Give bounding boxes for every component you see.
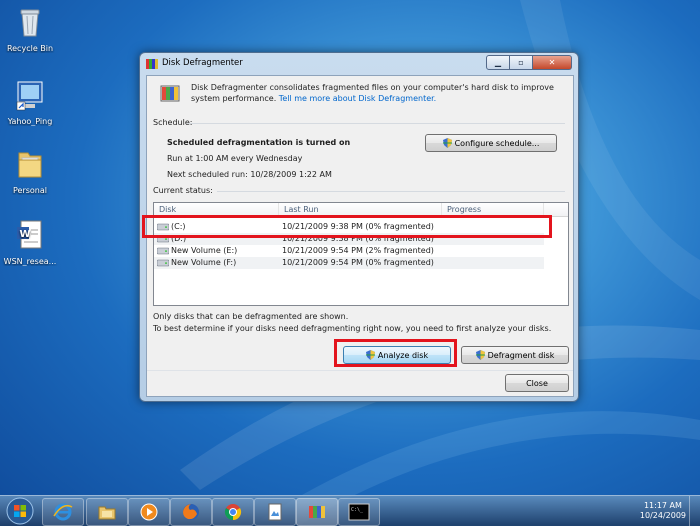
taskbar-command-prompt[interactable]: C:\_ (338, 498, 380, 526)
desktop-icon-wsn-research[interactable]: W WSN_resea... (0, 218, 60, 266)
explorer-folder-icon (98, 506, 116, 520)
disk-defragmenter-icon (146, 59, 158, 69)
current-status-label: Current status: (153, 186, 213, 195)
disk-name-cell: New Volume (E:) (157, 245, 237, 257)
folder-icon (18, 152, 42, 178)
configure-schedule-label: Configure schedule... (454, 138, 540, 148)
shortcut-icon (16, 81, 43, 111)
description: Disk Defragmenter consolidates fragmente… (191, 82, 561, 104)
highlight-analyze-button (334, 339, 457, 367)
disk-name: New Volume (E:) (171, 246, 238, 255)
command-prompt-icon: C:\_ (348, 503, 370, 521)
windows-orb-icon (6, 497, 34, 525)
desktop-icon-label: Yahoo_Ping (7, 117, 53, 126)
disk-name: New Volume (F:) (171, 258, 237, 267)
close-icon: ✕ (548, 58, 556, 67)
configure-schedule-button[interactable]: Configure schedule... (425, 134, 557, 152)
disk-name-cell: New Volume (F:) (157, 257, 236, 269)
firefox-icon (183, 504, 199, 520)
taskbar-internet-explorer[interactable] (42, 498, 84, 526)
disk-row-f[interactable]: New Volume (F:) 10/21/2009 9:54 PM (0% f… (154, 257, 544, 269)
svg-text:W: W (20, 229, 31, 240)
desktop-icon-personal[interactable]: Personal (0, 147, 60, 195)
chrome-icon (224, 504, 242, 521)
minimize-icon: ▁ (494, 58, 502, 67)
start-button[interactable] (2, 496, 38, 526)
desktop-icon-recycle-bin[interactable]: Recycle Bin (0, 5, 60, 53)
taskbar-document-viewer[interactable] (254, 498, 296, 526)
desktop-icon-yahoo-ping[interactable]: Yahoo_Ping (0, 78, 60, 126)
maximize-icon: ▫ (518, 58, 524, 67)
schedule-status: Scheduled defragmentation is turned on (167, 138, 351, 147)
window-title: Disk Defragmenter (162, 58, 243, 68)
desktop-icon-label: Recycle Bin (6, 44, 54, 53)
desktop-icon-label: WSN_resea... (3, 257, 57, 266)
disk-last-run: 10/21/2009 9:54 PM (0% fragmented) (282, 258, 434, 267)
note-analyze-first: To best determine if your disks need def… (153, 324, 552, 333)
taskbar-explorer[interactable] (86, 498, 128, 526)
svg-text:C:\_: C:\_ (351, 507, 364, 513)
media-player-icon (140, 503, 158, 521)
clock-time: 11:17 AM (643, 501, 682, 510)
learn-more-link[interactable]: Tell me more about Disk Defragmenter. (279, 94, 436, 103)
maximize-button[interactable]: ▫ (510, 55, 533, 70)
show-desktop-button[interactable] (689, 496, 700, 526)
note-only-defraggable: Only disks that can be defragmented are … (153, 312, 349, 321)
window-controls: ▁ ▫ ✕ (486, 55, 572, 70)
next-scheduled-run: Next scheduled run: 10/28/2009 1:22 AM (167, 170, 332, 179)
footer-separator (147, 370, 573, 371)
status-separator (217, 191, 565, 192)
title-bar[interactable]: Disk Defragmenter ▁ ▫ ✕ (140, 53, 578, 75)
clock-date: 10/24/2009 (639, 511, 686, 520)
close-window-button[interactable]: ✕ (533, 55, 572, 70)
schedule-run-time: Run at 1:00 AM every Wednesday (167, 154, 303, 163)
disk-defragmenter-icon (309, 506, 325, 518)
desktop-icon-label: Personal (12, 186, 47, 195)
taskbar: C:\_ 11:17 AM 10/24/2009 (0, 495, 700, 526)
taskbar-firefox[interactable] (170, 498, 212, 526)
uac-shield-icon (475, 350, 485, 360)
document-viewer-icon (268, 503, 282, 521)
close-label: Close (526, 378, 548, 388)
defrag-header-icon (160, 85, 180, 102)
system-clock[interactable]: 11:17 AM 10/24/2009 (640, 501, 686, 521)
defragment-disk-label: Defragment disk (487, 350, 555, 360)
highlight-disk-c (142, 215, 552, 238)
close-button[interactable]: Close (505, 374, 569, 392)
defragment-disk-button[interactable]: Defragment disk (461, 346, 569, 364)
recycle-bin-icon (20, 9, 40, 37)
document-icon: W (17, 220, 42, 249)
minimize-button[interactable]: ▁ (486, 55, 510, 70)
taskbar-disk-defragmenter[interactable] (296, 498, 338, 526)
schedule-separator (187, 123, 565, 124)
hard-drive-icon (157, 247, 169, 255)
hard-drive-icon (157, 259, 169, 267)
disk-row-e[interactable]: New Volume (E:) 10/21/2009 9:54 PM (2% f… (154, 245, 544, 257)
internet-explorer-icon (53, 503, 73, 521)
uac-shield-icon (442, 138, 452, 148)
disk-last-run: 10/21/2009 9:54 PM (2% fragmented) (282, 246, 434, 255)
taskbar-media-player[interactable] (128, 498, 170, 526)
taskbar-chrome[interactable] (212, 498, 254, 526)
